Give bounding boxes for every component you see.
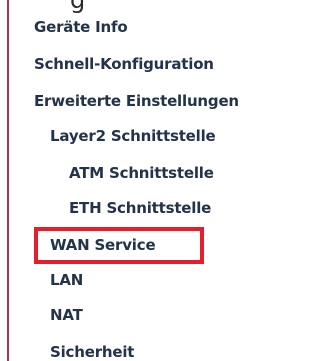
menu-item-atm-schnittstelle[interactable]: ATM Schnittstelle <box>69 163 214 183</box>
left-border <box>7 0 9 361</box>
menu-item-sicherheit[interactable]: Sicherheit <box>50 342 134 361</box>
wan-service-highlight-box <box>34 227 204 264</box>
menu-item-lan[interactable]: LAN <box>50 270 83 290</box>
menu-item-schnell-konfiguration[interactable]: Schnell-Konfiguration <box>34 54 214 74</box>
menu-item-eth-schnittstelle[interactable]: ETH Schnittstelle <box>69 198 211 218</box>
navigation-frame: g Geräte Info Schnell-Konfiguration Erwe… <box>0 0 331 361</box>
menu-item-geraete-info[interactable]: Geräte Info <box>34 17 128 37</box>
menu-item-nat[interactable]: NAT <box>50 305 83 325</box>
menu-item-layer2-schnittstelle[interactable]: Layer2 Schnittstelle <box>50 126 216 146</box>
menu-item-erweiterte-einstellungen[interactable]: Erweiterte Einstellungen <box>34 91 239 111</box>
cropped-heading-fragment: g <box>70 0 86 14</box>
